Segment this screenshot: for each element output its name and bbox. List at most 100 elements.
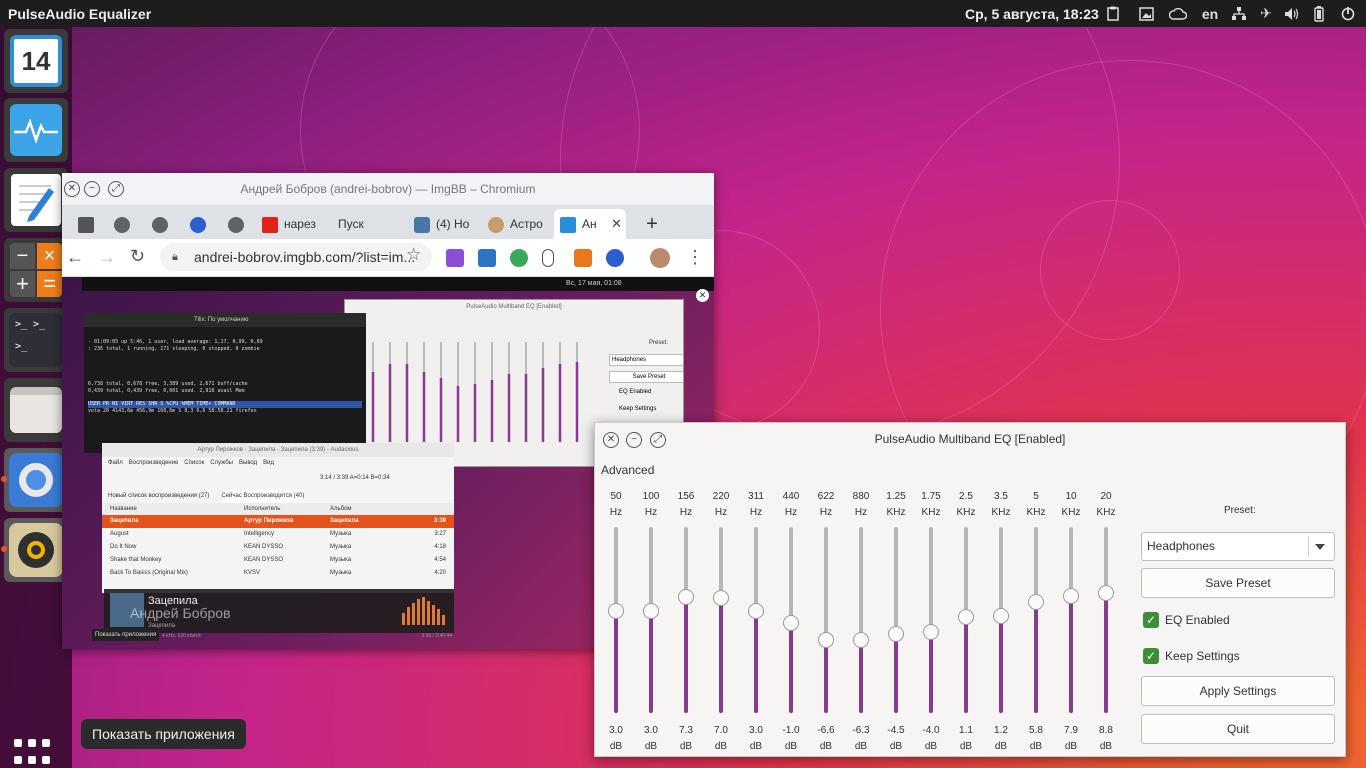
pinned-tab-icon[interactable] [190, 209, 210, 239]
terminal-icon[interactable]: >_ >_ >_ [4, 308, 68, 372]
checkmark-icon[interactable]: ✓ [1143, 612, 1159, 628]
band-slider[interactable] [888, 527, 904, 713]
show-apps-icon[interactable] [14, 739, 58, 768]
calendar-icon[interactable]: 14 [4, 29, 68, 93]
band-gain: -4.5 dB [879, 723, 913, 755]
band-slider[interactable] [608, 527, 624, 713]
chromium-icon[interactable] [1, 448, 68, 512]
band-slider[interactable] [1028, 527, 1044, 713]
extension-icon[interactable] [478, 249, 496, 267]
band-slider[interactable] [783, 527, 799, 713]
visualizer-icon [402, 597, 445, 625]
active-app-name[interactable]: PulseAudio Equalizer [8, 6, 151, 22]
band-slider-handle[interactable] [713, 590, 729, 607]
embedded-eq-enabled: EQ Enabled [619, 389, 652, 395]
eq-band: 880 Hz -6.3 dB [844, 489, 878, 752]
band-slider-handle[interactable] [783, 615, 799, 632]
band-slider-handle[interactable] [608, 602, 624, 619]
chevron-down-icon[interactable] [1308, 536, 1330, 557]
volume-icon[interactable] [1282, 4, 1302, 23]
band-slider[interactable] [748, 527, 764, 713]
tab-imgbb[interactable]: Ан ✕ [554, 209, 626, 239]
pinned-tab-icon[interactable] [228, 209, 248, 239]
band-slider[interactable] [923, 527, 939, 713]
cloud-icon[interactable] [1168, 4, 1188, 23]
files-icon[interactable] [4, 378, 68, 442]
new-tab-button[interactable]: + [642, 209, 662, 239]
preset-select[interactable]: Headphones [1141, 532, 1335, 561]
menu-icon[interactable]: ⋮ [686, 247, 704, 268]
avatar[interactable] [650, 248, 670, 268]
band-gain: -4.0 dB [914, 723, 948, 755]
battery-icon[interactable] [1310, 4, 1328, 23]
system-monitor-icon[interactable] [4, 98, 68, 162]
embedded-eq-title: PulseAudio Multiband EQ [Enabled] [466, 304, 562, 310]
top-line: - 01:09:05 up 5:46, 1 user, load average… [88, 339, 263, 345]
apply-settings-button[interactable]: Apply Settings [1141, 676, 1335, 706]
eq-band: 20 KHz 8.8 dB [1089, 489, 1123, 752]
extension-icon[interactable] [446, 249, 464, 267]
extension-icon[interactable] [542, 249, 554, 267]
reload-icon[interactable]: ↻ [130, 246, 145, 267]
address-bar[interactable]: 🔒︎ andrei-bobrov.imgbb.com/?list=im... [160, 243, 432, 271]
advanced-expander[interactable]: Advanced [601, 463, 654, 477]
pinned-tab-icon[interactable] [114, 209, 134, 239]
forward-icon[interactable]: → [98, 247, 116, 268]
band-freq-value: 2.5 [959, 491, 973, 502]
band-slider-handle[interactable] [993, 608, 1009, 625]
embedded-audacious-toolbar: 3:14 / 3:39 A=0:14 B=0:34 [102, 469, 454, 489]
band-slider[interactable] [678, 527, 694, 713]
close-icon[interactable]: ✕ [696, 289, 709, 302]
band-slider-handle[interactable] [958, 608, 974, 625]
band-frequency: 311 Hz [739, 489, 773, 521]
extension-icon[interactable] [606, 249, 624, 267]
band-slider[interactable] [643, 527, 659, 713]
band-slider-handle[interactable] [678, 589, 694, 606]
band-slider[interactable] [818, 527, 834, 713]
menu-item: Воспроизведение [128, 460, 179, 466]
clipboard-icon[interactable] [1106, 4, 1120, 23]
network-icon[interactable] [1230, 4, 1248, 23]
tab-pusk[interactable]: Пуск [338, 209, 398, 239]
keyboard-layout[interactable]: en [1200, 4, 1220, 23]
eq-band: 1.25 KHz -4.5 dB [879, 489, 913, 752]
save-preset-button[interactable]: Save Preset [1141, 568, 1335, 598]
band-gain-unit: dB [749, 741, 763, 752]
band-slider-handle[interactable] [888, 625, 904, 642]
tab-vk[interactable]: (4) Но [414, 209, 474, 239]
calculator-icon[interactable]: − × + = [4, 238, 68, 302]
band-slider[interactable] [958, 527, 974, 713]
band-slider-handle[interactable] [853, 631, 869, 648]
band-frequency: 2.5 KHz [949, 489, 983, 521]
band-slider[interactable] [713, 527, 729, 713]
rhythmbox-icon[interactable] [1, 518, 68, 582]
system-menu-icon[interactable] [1338, 4, 1358, 23]
band-slider-handle[interactable] [818, 632, 834, 649]
text-editor-icon[interactable] [4, 168, 68, 232]
close-tab-icon[interactable]: ✕ [611, 209, 622, 239]
band-slider[interactable] [1098, 527, 1114, 713]
band-slider[interactable] [853, 527, 869, 713]
airplane-mode-icon[interactable]: ✈ [1256, 4, 1276, 23]
band-slider-handle[interactable] [1028, 594, 1044, 611]
checkmark-icon[interactable]: ✓ [1143, 648, 1159, 664]
bookmark-star-icon[interactable]: ☆ [406, 245, 421, 265]
tab-astro[interactable]: Астро [488, 209, 548, 239]
band-slider-handle[interactable] [1098, 584, 1114, 601]
extension-icon[interactable] [574, 249, 592, 267]
screenshot-icon[interactable] [1138, 4, 1154, 23]
extension-icon[interactable] [510, 249, 528, 267]
back-icon[interactable]: ← [66, 247, 84, 268]
band-slider-handle[interactable] [1063, 587, 1079, 604]
band-slider[interactable] [993, 527, 1009, 713]
band-slider[interactable] [1063, 527, 1079, 713]
band-slider-handle[interactable] [923, 624, 939, 641]
quit-button[interactable]: Quit [1141, 714, 1335, 744]
tab-narez[interactable]: нарез [262, 209, 326, 239]
clock[interactable]: Ср, 5 августа, 18:23 [965, 6, 1099, 22]
chromium-titlebar[interactable]: ✕ − ⤢ Андрей Бобров (andrei-bobrov) — Im… [62, 173, 714, 205]
pinned-tab-icon[interactable] [78, 209, 98, 239]
band-slider-handle[interactable] [748, 602, 764, 619]
band-slider-handle[interactable] [643, 602, 659, 619]
pinned-tab-icon[interactable] [152, 209, 172, 239]
